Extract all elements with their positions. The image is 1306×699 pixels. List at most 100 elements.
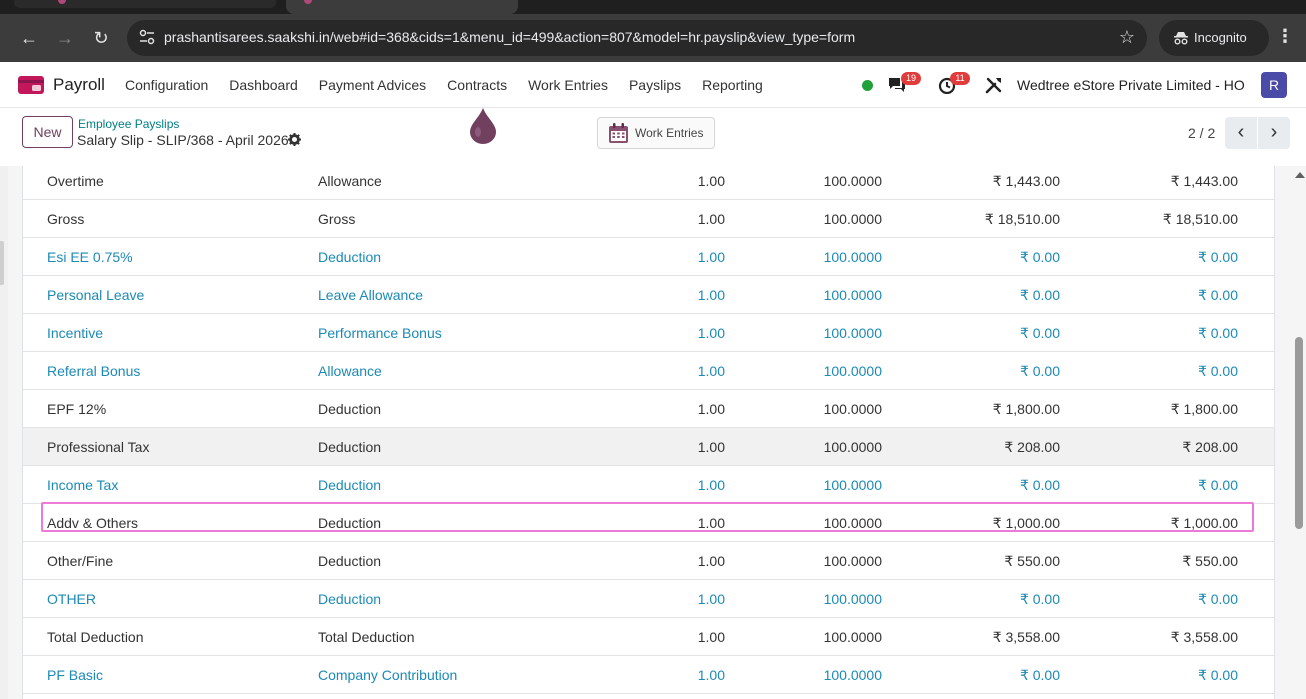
table-row[interactable]: Addv & Others Deduction 1.00 100.0000 ₹ 1,00… bbox=[23, 504, 1274, 542]
table-row[interactable]: EPF 12% Deduction 1.00 100.0000 ₹ 1,800.00 ₹ … bbox=[23, 390, 1274, 428]
address-bar[interactable]: prashantisarees.saakshi.in/web#id=368&ci… bbox=[127, 20, 1147, 56]
table-row[interactable]: Total Deduction Total Deduction 1.00 100.00… bbox=[23, 618, 1274, 656]
line-category-cell: Leave Allowance bbox=[318, 287, 424, 303]
odoo-favicon-icon bbox=[304, 0, 312, 4]
work-entries-label: Work Entries bbox=[635, 126, 704, 140]
incognito-icon bbox=[1174, 32, 1188, 45]
line-amount-cell: ₹ 0.00 bbox=[1019, 591, 1060, 607]
pager-next-button[interactable]: › bbox=[1258, 117, 1290, 149]
gear-icon[interactable] bbox=[288, 133, 301, 146]
app-name[interactable]: Payroll bbox=[53, 75, 105, 95]
browser-toolbar: ← → ↻ prashantisarees.saakshi.in/web#id=… bbox=[0, 14, 1306, 62]
user-avatar[interactable]: R bbox=[1261, 72, 1287, 98]
company-switcher[interactable]: Wedtree eStore Private Limited - HO bbox=[1017, 77, 1245, 93]
line-rate-cell: 100.0000 bbox=[823, 667, 882, 683]
bookmark-star-icon[interactable]: ☆ bbox=[1119, 27, 1135, 48]
presence-status-icon[interactable] bbox=[862, 80, 873, 91]
line-amount-cell: ₹ 0.00 bbox=[1019, 287, 1060, 303]
table-row[interactable]: Personal Leave Leave Allowance 1.00 100.000… bbox=[23, 276, 1274, 314]
line-total-cell: ₹ 1,000.00 bbox=[1170, 515, 1238, 531]
line-quantity-cell: 1.00 bbox=[697, 363, 725, 379]
menu-payslips[interactable]: Payslips bbox=[629, 77, 681, 93]
line-rate-cell: 100.0000 bbox=[823, 325, 882, 341]
line-name-cell: Other/Fine bbox=[47, 553, 114, 569]
line-category-cell: Total Deduction bbox=[318, 629, 415, 645]
line-rate-cell: 100.0000 bbox=[823, 287, 882, 303]
line-amount-cell: ₹ 208.00 bbox=[1004, 439, 1060, 455]
line-rate-cell: 100.0000 bbox=[823, 515, 882, 531]
line-quantity-cell: 1.00 bbox=[697, 249, 725, 265]
table-row[interactable]: PF Basic Company Contribution 1.00 100.0000… bbox=[23, 656, 1274, 694]
site-settings-icon[interactable] bbox=[139, 29, 155, 45]
line-quantity-cell: 1.00 bbox=[697, 667, 725, 683]
reload-icon[interactable]: ↻ bbox=[89, 26, 113, 50]
line-quantity-cell: 1.00 bbox=[697, 553, 725, 569]
line-category-cell: Performance Bonus bbox=[318, 325, 442, 341]
browser-tab-inactive[interactable] bbox=[14, 0, 276, 8]
line-category-cell: Deduction bbox=[318, 249, 382, 265]
table-row[interactable]: OTHER Deduction 1.00 100.0000 ₹ 0.00 ₹ 0.00 bbox=[23, 580, 1274, 618]
pager-value[interactable]: 2 / 2 bbox=[1188, 125, 1215, 141]
menu-reporting[interactable]: Reporting bbox=[702, 77, 763, 93]
table-row[interactable]: Esi EE 0.75% Deduction 1.00 100.0000 ₹ 0.00 ₹… bbox=[23, 238, 1274, 276]
table-row[interactable]: Incentive Performance Bonus 1.00 100.0000 ₹ … bbox=[23, 314, 1274, 352]
calendar-icon bbox=[609, 123, 628, 143]
line-category-cell: Deduction bbox=[318, 477, 382, 493]
new-button[interactable]: New bbox=[22, 116, 73, 148]
debug-tools-icon[interactable] bbox=[985, 76, 1003, 94]
line-quantity-cell: 1.00 bbox=[697, 173, 725, 189]
table-row[interactable]: Professional Tax Deduction 1.00 100.0000 ₹ 2… bbox=[23, 428, 1274, 466]
incognito-label: Incognito bbox=[1194, 30, 1247, 45]
back-arrow-icon[interactable]: ← bbox=[17, 26, 41, 50]
line-category-cell: Deduction bbox=[318, 439, 382, 455]
line-quantity-cell: 1.00 bbox=[697, 325, 725, 341]
menu-dashboard[interactable]: Dashboard bbox=[229, 77, 298, 93]
table-row[interactable]: Income Tax Deduction 1.00 100.0000 ₹ 0.00 ₹ 0… bbox=[23, 466, 1274, 504]
table-row[interactable]: Other/Fine Deduction 1.00 100.0000 ₹ 550.00 ₹… bbox=[23, 542, 1274, 580]
line-name-cell: PF Basic bbox=[47, 667, 104, 683]
table-row[interactable]: Referral Bonus Allowance 1.00 100.0000 ₹ 0.0… bbox=[23, 352, 1274, 390]
line-category-cell: Gross bbox=[318, 211, 356, 227]
scroll-up-arrow-icon[interactable] bbox=[1295, 172, 1305, 178]
form-content: Overtime Allowance 1.00 100.0000 ₹ 1,443.00 ₹… bbox=[0, 166, 1306, 699]
line-name-cell: Incentive bbox=[47, 325, 104, 341]
line-total-cell: ₹ 0.00 bbox=[1197, 249, 1238, 265]
line-rate-cell: 100.0000 bbox=[823, 401, 882, 417]
line-rate-cell: 100.0000 bbox=[823, 249, 882, 265]
line-amount-cell: ₹ 0.00 bbox=[1019, 325, 1060, 341]
line-amount-cell: ₹ 0.00 bbox=[1019, 363, 1060, 379]
browser-menu-icon[interactable]: ⋮ bbox=[1276, 26, 1294, 47]
table-row[interactable]: Overtime Allowance 1.00 100.0000 ₹ 1,443.00 ₹… bbox=[23, 166, 1274, 200]
work-entries-button[interactable]: Work Entries bbox=[597, 117, 715, 149]
url-text[interactable]: prashantisarees.saakshi.in/web#id=368&ci… bbox=[164, 29, 855, 45]
line-rate-cell: 100.0000 bbox=[823, 629, 882, 645]
scrollbar-thumb[interactable] bbox=[1295, 337, 1303, 529]
incognito-indicator[interactable]: Incognito bbox=[1159, 20, 1269, 56]
control-panel: New Employee Payslips Salary Slip - SLIP… bbox=[0, 108, 1306, 166]
activities-count-badge: 11 bbox=[950, 72, 970, 85]
line-amount-cell: ₹ 0.00 bbox=[1019, 477, 1060, 493]
line-total-cell: ₹ 0.00 bbox=[1197, 363, 1238, 379]
form-sheet: Overtime Allowance 1.00 100.0000 ₹ 1,443.00 ₹… bbox=[22, 166, 1275, 699]
line-total-cell: ₹ 0.00 bbox=[1197, 325, 1238, 341]
menu-contracts[interactable]: Contracts bbox=[447, 77, 507, 93]
line-total-cell: ₹ 1,800.00 bbox=[1170, 401, 1238, 417]
line-name-cell: Income Tax bbox=[47, 477, 119, 493]
line-name-cell: Referral Bonus bbox=[47, 363, 141, 379]
menu-work-entries[interactable]: Work Entries bbox=[528, 77, 608, 93]
browser-tab-active[interactable] bbox=[286, 0, 518, 14]
browser-tab-strip bbox=[0, 0, 1306, 14]
line-amount-cell: ₹ 1,000.00 bbox=[992, 515, 1060, 531]
breadcrumb-employee-payslips[interactable]: Employee Payslips bbox=[78, 117, 179, 131]
line-total-cell: ₹ 0.00 bbox=[1197, 667, 1238, 683]
table-row[interactable]: Gross Gross 1.00 100.0000 ₹ 18,510.00 ₹ 18,51… bbox=[23, 200, 1274, 238]
line-total-cell: ₹ 1,443.00 bbox=[1170, 173, 1238, 189]
line-name-cell: Addv & Others bbox=[47, 515, 139, 531]
line-total-cell: ₹ 3,558.00 bbox=[1170, 629, 1238, 645]
pager-previous-button[interactable]: ‹ bbox=[1225, 117, 1257, 149]
forward-arrow-icon[interactable]: → bbox=[53, 26, 77, 50]
menu-payment-advices[interactable]: Payment Advices bbox=[319, 77, 426, 93]
menu-configuration[interactable]: Configuration bbox=[125, 77, 208, 93]
payroll-app-icon[interactable] bbox=[18, 76, 44, 94]
line-total-cell: ₹ 0.00 bbox=[1197, 287, 1238, 303]
